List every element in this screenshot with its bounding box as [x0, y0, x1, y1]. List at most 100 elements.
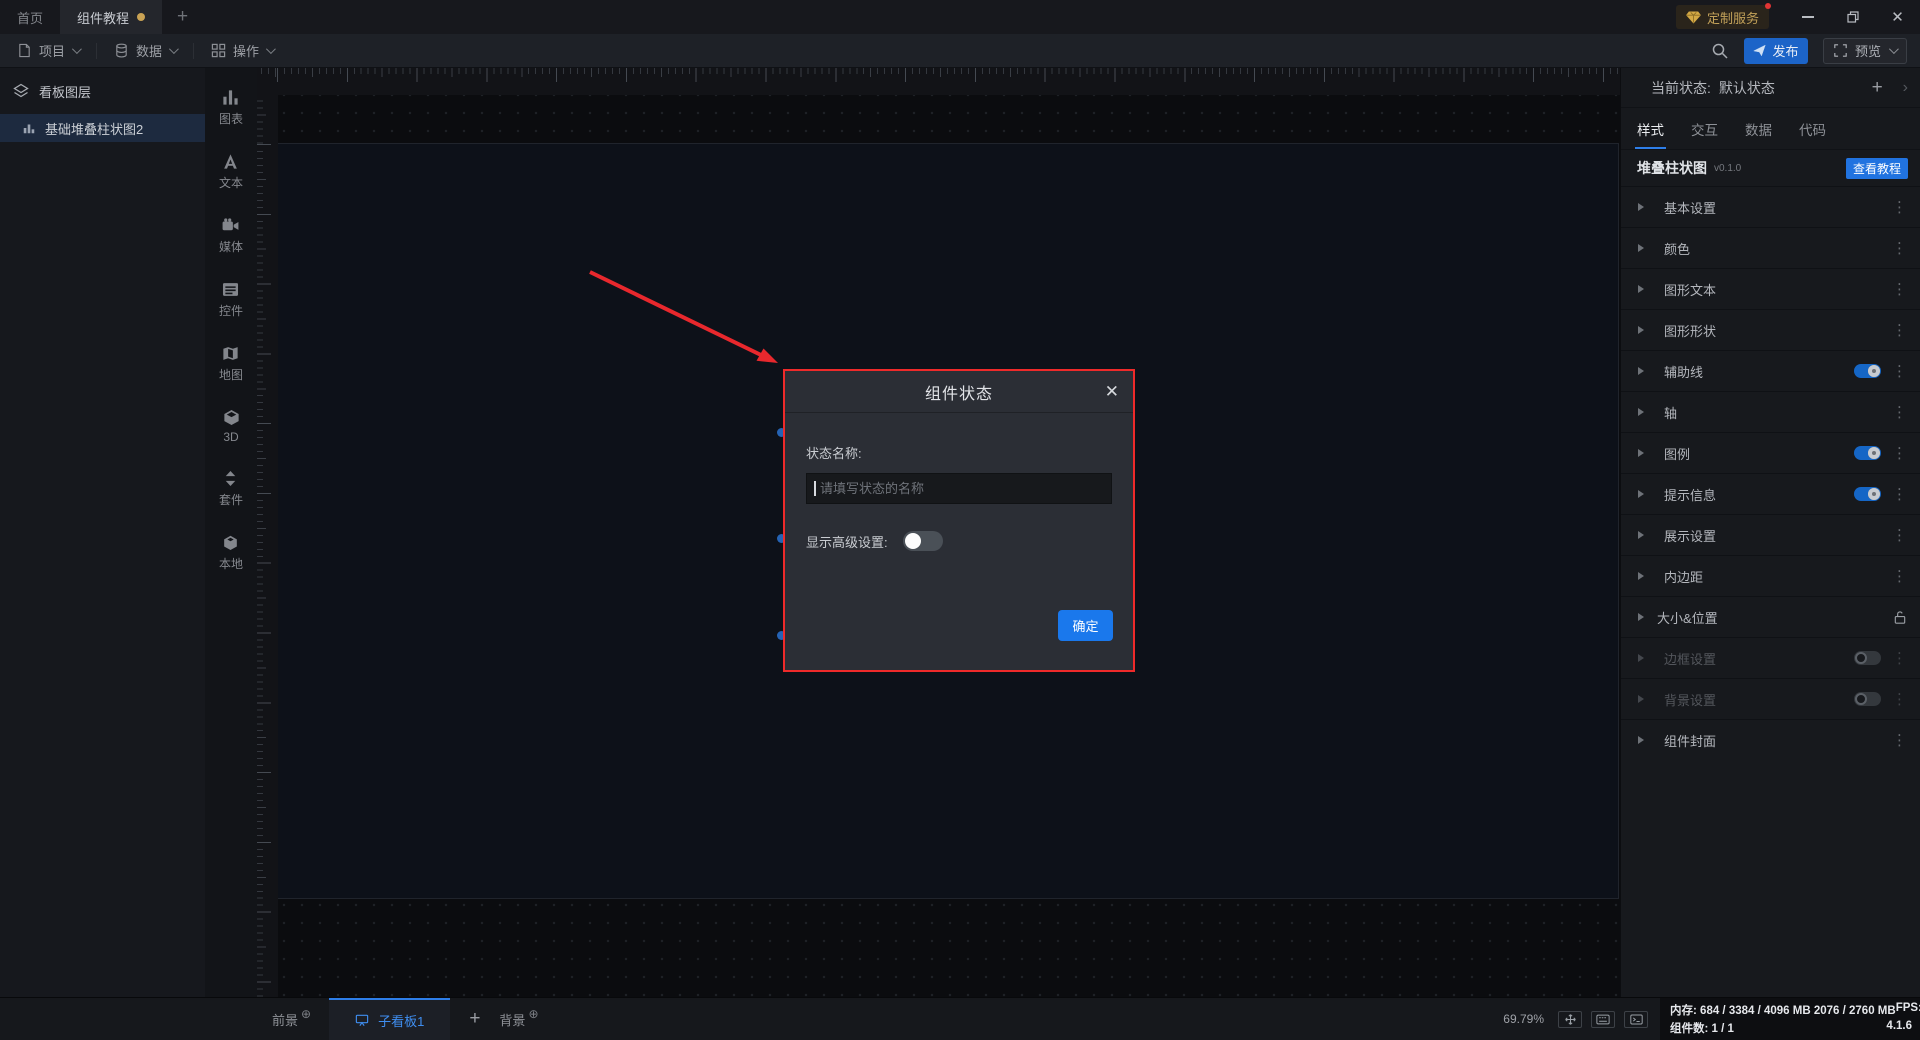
menu-project[interactable]: 项目	[0, 34, 96, 67]
rail-item[interactable]: 本地	[219, 533, 243, 572]
tab-home-label: 首页	[17, 10, 44, 26]
lock-icon[interactable]	[1893, 610, 1907, 625]
rail-item[interactable]: 3D	[222, 408, 241, 444]
foreground-layer-button[interactable]: 前景 ⊕	[272, 998, 311, 1040]
preview-button[interactable]: 预览	[1822, 37, 1907, 64]
inspector-section-row[interactable]: 提示信息 ⋮	[1621, 473, 1920, 514]
section-menu-button[interactable]: ⋮	[1892, 280, 1907, 298]
expand-caret-icon[interactable]	[1638, 572, 1644, 580]
text-cursor	[814, 481, 816, 496]
background-layer-button[interactable]: 背景 ⊕	[499, 998, 538, 1040]
add-foreground-icon[interactable]: ⊕	[301, 1007, 311, 1021]
inspector-tab-label: 数据	[1745, 122, 1772, 138]
rail-item[interactable]: 套件	[219, 469, 243, 508]
add-state-button[interactable]: +	[1872, 77, 1883, 99]
section-toggle[interactable]	[1854, 364, 1881, 378]
publish-button[interactable]: 发布	[1743, 37, 1808, 64]
inspector-tab[interactable]: 样式	[1635, 108, 1666, 149]
section-menu-button[interactable]: ⋮	[1892, 731, 1907, 749]
shortcuts-button[interactable]	[1591, 1010, 1615, 1028]
expand-caret-icon[interactable]	[1638, 408, 1644, 416]
inspector-section-row[interactable]: 背景设置 ⋮	[1621, 678, 1920, 719]
inspector-section-row[interactable]: 颜色 ⋮	[1621, 227, 1920, 268]
inspector-section-row[interactable]: 展示设置 ⋮	[1621, 514, 1920, 555]
inspector-section-row[interactable]: 轴 ⋮	[1621, 391, 1920, 432]
section-menu-button[interactable]: ⋮	[1892, 690, 1907, 708]
expand-caret-icon[interactable]	[1638, 367, 1644, 375]
expand-caret-icon[interactable]	[1638, 736, 1644, 744]
inspector-section-row[interactable]: 图形文本 ⋮	[1621, 268, 1920, 309]
section-label: 辅助线	[1664, 364, 1704, 380]
advanced-settings-toggle[interactable]	[902, 531, 943, 551]
section-menu-button[interactable]: ⋮	[1892, 403, 1907, 421]
expand-caret-icon[interactable]	[1638, 203, 1644, 211]
tab-document[interactable]: 组件教程	[60, 0, 163, 34]
rail-item-label: 控件	[218, 304, 243, 318]
minimize-button[interactable]	[1785, 0, 1830, 34]
expand-caret-icon[interactable]	[1638, 531, 1644, 539]
section-menu-button[interactable]: ⋮	[1892, 649, 1907, 667]
section-menu-button[interactable]: ⋮	[1892, 444, 1907, 462]
rail-item[interactable]: 控件	[219, 280, 243, 319]
inspector-section-row[interactable]: 图例 ⋮	[1621, 432, 1920, 473]
section-toggle[interactable]	[1854, 651, 1881, 665]
section-menu-button[interactable]: ⋮	[1892, 321, 1907, 339]
inspector-section-row[interactable]: 内边距 ⋮	[1621, 555, 1920, 596]
section-label: 大小&位置	[1657, 610, 1718, 626]
inspector-section-row[interactable]: 组件封面 ⋮	[1621, 719, 1920, 760]
search-icon[interactable]	[1711, 42, 1729, 60]
section-menu-button[interactable]: ⋮	[1892, 239, 1907, 257]
rail-item-label: 地图	[218, 368, 243, 382]
rail-item[interactable]: 地图	[219, 344, 243, 383]
section-label: 图例	[1664, 446, 1691, 462]
add-background-icon[interactable]: ⊕	[528, 1007, 538, 1021]
section-toggle[interactable]	[1854, 487, 1881, 501]
custom-service-badge[interactable]: 定制服务	[1675, 3, 1771, 29]
chevron-right-icon[interactable]: ›	[1903, 79, 1908, 97]
section-menu-button[interactable]: ⋮	[1892, 567, 1907, 585]
menu-actions[interactable]: 操作	[194, 34, 290, 67]
inspector-section-row[interactable]: 辅助线 ⋮	[1621, 350, 1920, 391]
inspector-section-row[interactable]: 图形形状 ⋮	[1621, 309, 1920, 350]
inspector-section-row[interactable]: 大小&位置 ⋮	[1621, 596, 1920, 637]
expand-caret-icon[interactable]	[1638, 695, 1644, 703]
inspector-tab[interactable]: 代码	[1799, 108, 1826, 149]
plus-icon: +	[177, 6, 189, 27]
tab-home[interactable]: 首页	[0, 0, 60, 34]
fit-screen-button[interactable]	[1558, 1010, 1582, 1028]
expand-caret-icon[interactable]	[1638, 654, 1644, 662]
maximize-restore-button[interactable]	[1830, 0, 1875, 34]
section-menu-button[interactable]: ⋮	[1892, 485, 1907, 503]
layer-item-stacked-bar[interactable]: 基础堆叠柱状图2	[0, 114, 205, 142]
confirm-button[interactable]: 确定	[1058, 610, 1113, 641]
section-menu-button[interactable]: ⋮	[1892, 526, 1907, 544]
inspector-tab[interactable]: 数据	[1745, 108, 1772, 149]
expand-caret-icon[interactable]	[1638, 490, 1644, 498]
expand-caret-icon[interactable]	[1638, 285, 1644, 293]
rail-item[interactable]: 图表	[219, 88, 243, 127]
inspector-section-row[interactable]: 边框设置 ⋮	[1621, 637, 1920, 678]
new-tab-button[interactable]: +	[162, 0, 203, 34]
rail-item[interactable]: 媒体	[219, 216, 243, 255]
console-button[interactable]	[1624, 1010, 1648, 1028]
inspector-section-row[interactable]: 基本设置 ⋮	[1621, 186, 1920, 227]
section-toggle[interactable]	[1854, 692, 1881, 706]
section-menu-button[interactable]: ⋮	[1892, 198, 1907, 216]
sub-board-tab[interactable]: 子看板1	[329, 998, 451, 1040]
close-window-button[interactable]: ✕	[1875, 0, 1920, 34]
expand-caret-icon[interactable]	[1638, 326, 1644, 334]
rail-item[interactable]: 文本	[219, 152, 243, 191]
section-label: 基本设置	[1664, 200, 1717, 216]
app-version: 4.1.6	[1886, 1020, 1912, 1032]
view-tutorial-button[interactable]: 查看教程	[1845, 157, 1908, 179]
section-menu-button[interactable]: ⋮	[1892, 362, 1907, 380]
state-name-input[interactable]	[806, 473, 1112, 504]
inspector-tab[interactable]: 交互	[1691, 108, 1718, 149]
add-board-button[interactable]: +	[469, 998, 480, 1040]
menu-data[interactable]: 数据	[97, 34, 193, 67]
expand-caret-icon[interactable]	[1638, 449, 1644, 457]
expand-caret-icon[interactable]	[1638, 613, 1644, 621]
modal-close-button[interactable]: ✕	[1105, 371, 1119, 413]
expand-caret-icon[interactable]	[1638, 244, 1644, 252]
section-toggle[interactable]	[1854, 446, 1881, 460]
